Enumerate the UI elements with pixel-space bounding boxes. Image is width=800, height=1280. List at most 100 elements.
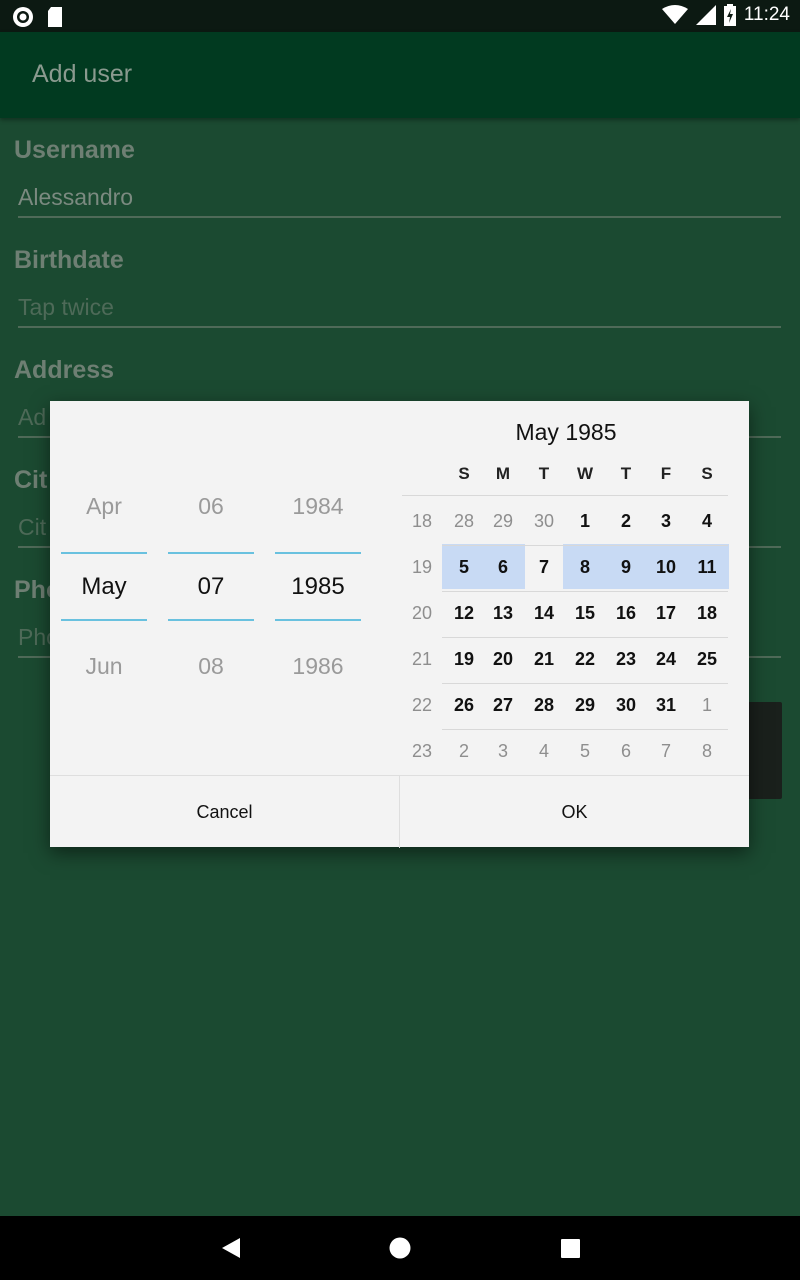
spinner-divider	[61, 552, 147, 554]
calendar-day[interactable]: 14	[524, 603, 564, 624]
calendar-day[interactable]: 8	[565, 557, 605, 578]
weekday-header: S	[458, 464, 470, 483]
year-prev[interactable]: 1984	[275, 493, 361, 520]
calendar-day[interactable]: 6	[483, 557, 523, 578]
calendar-day[interactable]: 3	[646, 511, 686, 532]
calendar-day[interactable]: 30	[606, 695, 646, 716]
calendar-day[interactable]: 18	[687, 603, 727, 624]
calendar-day[interactable]: 5	[444, 557, 484, 578]
home-icon[interactable]	[389, 1237, 411, 1259]
week-number: 19	[411, 557, 433, 577]
sd-card-icon	[48, 7, 62, 27]
month-current[interactable]: May	[61, 573, 147, 601]
calendar-day[interactable]: 25	[687, 649, 727, 670]
dialog-button-bar: Cancel OK	[50, 775, 749, 848]
week-number: 21	[411, 649, 433, 669]
page-title: Add user	[32, 60, 133, 88]
calendar-day[interactable]: 13	[483, 603, 523, 624]
spinner-divider	[168, 619, 254, 621]
calendar-day[interactable]: 15	[565, 603, 605, 624]
calendar-day[interactable]: 21	[524, 649, 564, 670]
address-label: Address	[14, 356, 115, 384]
birthdate-placeholder: Tap twice	[18, 294, 114, 320]
calendar-row-divider	[442, 545, 728, 546]
calendar-day[interactable]: 7	[646, 741, 686, 762]
app-bar: Add user	[0, 32, 800, 118]
calendar-day[interactable]: 19	[444, 649, 484, 670]
calendar-day[interactable]: 6	[606, 741, 646, 762]
recents-icon[interactable]	[561, 1239, 580, 1258]
wifi-icon	[661, 5, 688, 24]
calendar-day[interactable]: 24	[646, 649, 686, 670]
calendar-day[interactable]: 22	[565, 649, 605, 670]
username-value: Alessandro	[18, 184, 134, 210]
calendar-day[interactable]: 26	[444, 695, 484, 716]
calendar-day[interactable]: 5	[565, 741, 605, 762]
birthdate-field[interactable]: Tap twice	[18, 286, 781, 328]
month-next[interactable]: Jun	[61, 653, 147, 680]
calendar-day[interactable]: 2	[606, 511, 646, 532]
calendar-month-title: May 1985	[515, 419, 617, 445]
calendar-day[interactable]: 28	[524, 695, 564, 716]
calendar-day[interactable]: 16	[606, 603, 646, 624]
weekday-header: S	[701, 464, 713, 483]
calendar-day[interactable]: 9	[606, 557, 646, 578]
calendar-divider	[402, 495, 728, 496]
calendar-day[interactable]: 8	[687, 741, 727, 762]
year-current[interactable]: 1985	[275, 573, 361, 601]
ok-button[interactable]: OK	[400, 776, 749, 848]
cancel-button[interactable]: Cancel	[50, 776, 399, 848]
day-prev[interactable]: 06	[168, 493, 254, 520]
calendar-day[interactable]: 28	[444, 511, 484, 532]
calendar-row-divider	[442, 683, 728, 684]
calendar-row-divider	[442, 729, 728, 730]
calendar-day[interactable]: 4	[524, 741, 564, 762]
calendar-day[interactable]: 3	[483, 741, 523, 762]
calendar-day[interactable]: 4	[687, 511, 727, 532]
year-next[interactable]: 1986	[275, 653, 361, 680]
calendar-row-divider	[442, 637, 728, 638]
signal-icon	[695, 5, 716, 25]
calendar-day[interactable]: 11	[687, 557, 727, 578]
spinner-divider	[275, 552, 361, 554]
week-number: 23	[411, 741, 433, 761]
calendar-day[interactable]: 17	[646, 603, 686, 624]
spinner-divider	[275, 619, 361, 621]
weekday-header: T	[538, 464, 550, 483]
day-next[interactable]: 08	[168, 653, 254, 680]
calendar-day[interactable]: 31	[646, 695, 686, 716]
status-bar: 11:24	[0, 0, 800, 32]
day-current[interactable]: 07	[168, 573, 254, 601]
calendar-day[interactable]: 20	[483, 649, 523, 670]
address-placeholder: Ad	[18, 404, 47, 430]
calendar-day[interactable]: 27	[483, 695, 523, 716]
username-label: Username	[14, 136, 135, 164]
weekday-header: M	[495, 464, 511, 483]
battery-icon	[723, 4, 736, 26]
username-field[interactable]: Alessandro	[18, 176, 781, 218]
weekday-header: T	[620, 464, 632, 483]
spinner-divider	[168, 552, 254, 554]
calendar-day[interactable]: 12	[444, 603, 484, 624]
calendar-day[interactable]: 1	[565, 511, 605, 532]
calendar-day[interactable]: 30	[524, 511, 564, 532]
calendar-day[interactable]: 10	[646, 557, 686, 578]
birthdate-label: Birthdate	[14, 246, 124, 274]
calendar-day-selected[interactable]: 7	[524, 557, 564, 578]
weekday-header: W	[576, 464, 594, 483]
month-prev[interactable]: Apr	[61, 493, 147, 520]
week-number: 22	[411, 695, 433, 715]
date-picker-dialog: Apr May Jun 06 07 08 1984 1985 1986 May …	[50, 401, 749, 848]
calendar-day[interactable]: 23	[606, 649, 646, 670]
spinner-divider	[61, 619, 147, 621]
city-placeholder: Cit	[18, 514, 47, 540]
back-icon[interactable]	[220, 1237, 242, 1259]
calendar-day[interactable]: 1	[687, 695, 727, 716]
city-label: Cit	[14, 466, 48, 494]
calendar-day[interactable]: 29	[483, 511, 523, 532]
navigation-bar	[0, 1216, 800, 1280]
calendar-day[interactable]: 29	[565, 695, 605, 716]
calendar-day[interactable]: 2	[444, 741, 484, 762]
week-number: 18	[411, 511, 433, 531]
week-number: 20	[411, 603, 433, 623]
